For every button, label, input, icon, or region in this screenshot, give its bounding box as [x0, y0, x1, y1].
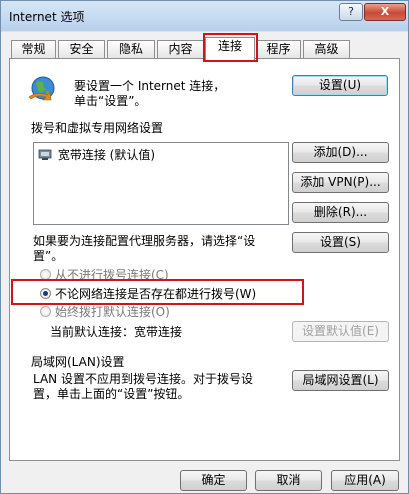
tab-privacy[interactable]: 隐私	[107, 40, 155, 59]
lan-description: LAN 设置不应用到拨号连接。对于拨号设置，单击上面的“设置”按钮。	[33, 372, 253, 401]
tab-programs[interactable]: 程序	[256, 40, 301, 59]
tab-content[interactable]: 内容	[157, 40, 204, 59]
setup-button[interactable]: 设置(U)	[292, 75, 388, 96]
title-bar: Internet 选项 ? X	[1, 1, 408, 31]
setup-description: 要设置一个 Internet 连接，单击“设置”。	[74, 79, 226, 108]
radio-default-dial[interactable]	[40, 306, 51, 317]
current-default-connection: 当前默认连接：宽带连接	[50, 325, 183, 339]
help-button[interactable]: ?	[339, 3, 363, 21]
delete-button[interactable]: 删除(R)...	[292, 202, 389, 223]
lan-section-label: 局域网(LAN)设置	[31, 355, 125, 369]
dialup-settings-button[interactable]: 设置(S)	[292, 232, 389, 253]
tab-advanced[interactable]: 高级	[303, 40, 350, 59]
lan-settings-button[interactable]: 局域网设置(L)	[292, 370, 389, 391]
tab-security[interactable]: 安全	[58, 40, 105, 59]
proxy-description: 如果要为连接配置代理服务器，请选择“设置”。	[33, 234, 256, 263]
list-item-label: 宽带连接 (默认值)	[57, 148, 156, 162]
internet-options-dialog: Internet 选项 ? X 常规 安全 隐私 内容 连接 程序 高级 要设置…	[0, 0, 409, 494]
window-title: Internet 选项	[9, 10, 85, 24]
connections-panel: 要设置一个 Internet 连接，单击“设置”。 设置(U) 拨号和虚拟专用网…	[9, 58, 400, 461]
radio-default-dial-label: 始终拨打默认连接(O)	[55, 305, 170, 319]
add-button[interactable]: 添加(D)...	[292, 142, 389, 163]
list-item[interactable]: 宽带连接 (默认值)	[38, 146, 155, 163]
add-vpn-button[interactable]: 添加 VPN(P)...	[292, 172, 389, 193]
dialup-section-label: 拨号和虚拟专用网络设置	[31, 121, 164, 135]
set-default-button[interactable]: 设置默认值(E)	[292, 321, 389, 342]
broadband-connection-icon	[38, 149, 52, 160]
radio-highlight-box	[11, 279, 304, 305]
close-button[interactable]: X	[364, 3, 406, 21]
apply-button[interactable]: 应用(A)	[331, 470, 399, 491]
cancel-button[interactable]: 取消	[255, 470, 322, 491]
tab-highlight-box	[203, 33, 258, 62]
tab-general[interactable]: 常规	[11, 40, 56, 59]
ok-button[interactable]: 确定	[180, 470, 247, 491]
connection-list[interactable]: 宽带连接 (默认值)	[33, 142, 289, 225]
globe-network-icon	[28, 76, 55, 101]
